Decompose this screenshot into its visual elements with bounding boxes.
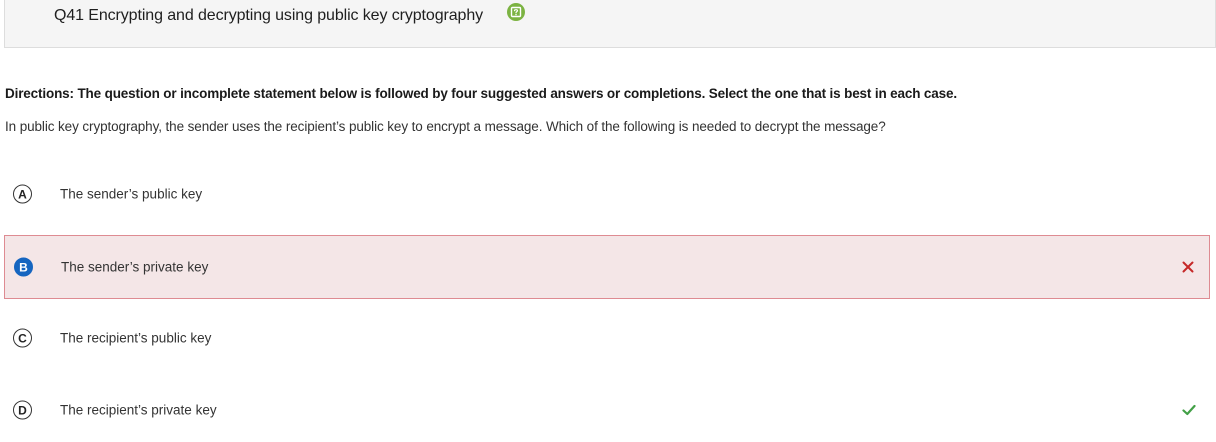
option-text-a: The sender’s public key bbox=[60, 186, 203, 202]
option-text-b: The sender’s private key bbox=[61, 259, 209, 275]
answer-option-d[interactable]: D The recipient’s private key bbox=[4, 378, 1210, 442]
option-text-d: The recipient’s private key bbox=[60, 402, 217, 418]
option-text-c: The recipient’s public key bbox=[60, 330, 212, 346]
answer-option-b[interactable]: B The sender’s private key bbox=[4, 235, 1210, 299]
question-text: In public key cryptography, the sender u… bbox=[5, 119, 886, 134]
checkmark-icon bbox=[1182, 404, 1196, 416]
help-icon[interactable] bbox=[507, 3, 525, 21]
option-letter-a: A bbox=[13, 184, 32, 204]
answer-option-c[interactable]: C The recipient’s public key bbox=[4, 306, 1210, 370]
answer-option-a[interactable]: A The sender’s public key bbox=[4, 162, 1210, 226]
option-letter-c: C bbox=[13, 328, 32, 348]
option-letter-d: D bbox=[13, 400, 32, 420]
close-icon bbox=[1182, 261, 1194, 273]
question-header: Q41 Encrypting and decrypting using publ… bbox=[4, 0, 1216, 48]
directions-text: Directions: The question or incomplete s… bbox=[5, 86, 957, 101]
question-title: Q41 Encrypting and decrypting using publ… bbox=[54, 7, 484, 24]
option-letter-b: B bbox=[14, 257, 33, 277]
